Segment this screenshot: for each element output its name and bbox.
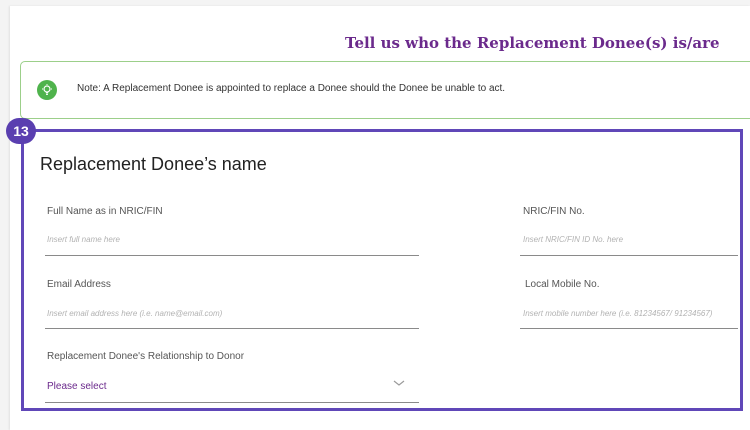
chevron-down-icon[interactable] xyxy=(393,378,405,388)
step-badge: 13 xyxy=(6,118,36,144)
email-underline xyxy=(45,328,419,329)
relationship-select[interactable]: Please select xyxy=(47,381,106,392)
nric-underline xyxy=(520,255,738,256)
section-title: Replacement Donee’s name xyxy=(40,154,267,174)
mobile-label: Local Mobile No. xyxy=(525,279,600,290)
info-note: Note: A Replacement Donee is appointed t… xyxy=(20,61,750,119)
relationship-label: Replacement Donee's Relationship to Dono… xyxy=(47,351,245,362)
mobile-underline xyxy=(520,328,738,329)
mobile-input[interactable]: Insert mobile number here (i.e. 81234567… xyxy=(523,309,735,318)
email-input[interactable]: Insert email address here (i.e. name@ema… xyxy=(47,309,417,318)
full-name-underline xyxy=(45,255,419,256)
lightbulb-icon xyxy=(37,80,57,100)
email-label: Email Address xyxy=(47,279,111,290)
note-text: Note: A Replacement Donee is appointed t… xyxy=(77,83,506,94)
nric-label: NRIC/FIN No. xyxy=(523,206,585,217)
full-name-input[interactable]: Insert full name here xyxy=(47,235,417,244)
relationship-underline xyxy=(45,402,419,403)
full-name-label: Full Name as in NRIC/FIN xyxy=(47,206,163,217)
nric-input[interactable]: Insert NRIC/FIN ID No. here xyxy=(523,235,735,244)
page-title: Tell us who the Replacement Donee(s) is/… xyxy=(345,34,720,52)
